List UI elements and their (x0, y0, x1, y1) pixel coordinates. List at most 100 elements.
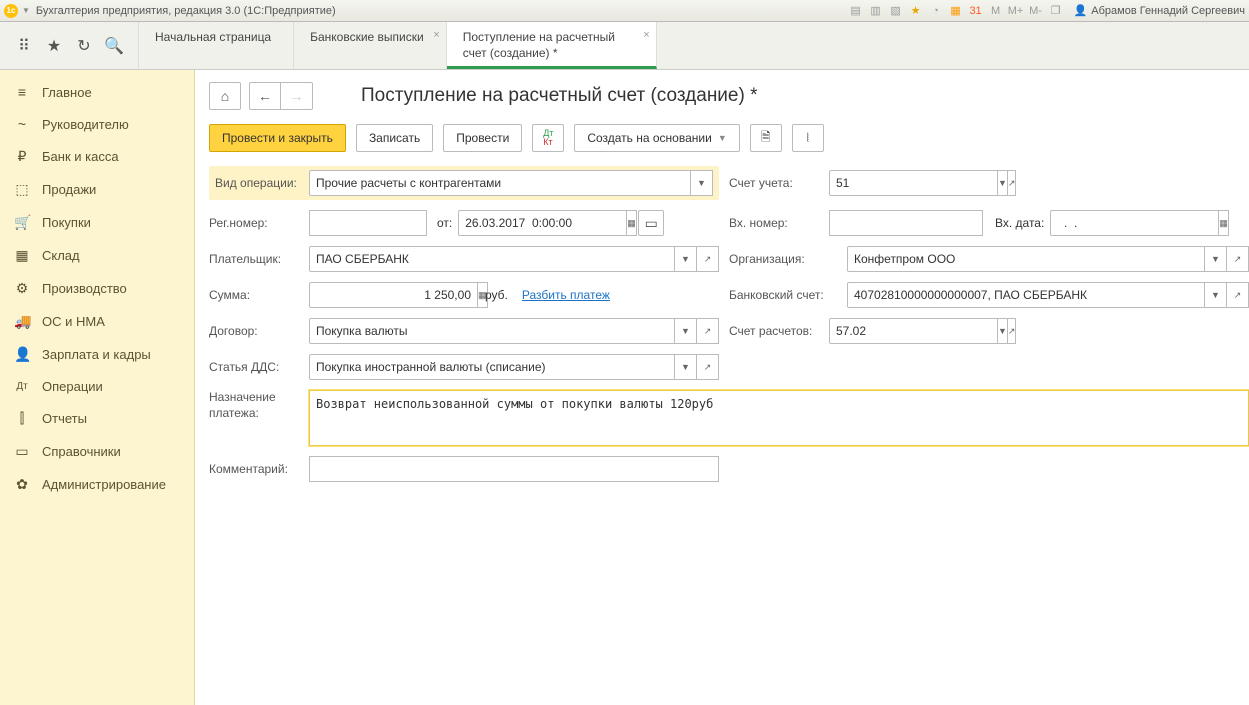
label-payer: Плательщик: (209, 252, 303, 266)
dtct-button[interactable]: ДтКт (532, 124, 564, 152)
tab-receipt[interactable]: Поступление на расчетный счет (создание)… (447, 22, 657, 69)
sidebar-item-bank[interactable]: ₽Банк и касса (0, 140, 194, 173)
post-and-close-button[interactable]: Провести и закрыть (209, 124, 346, 152)
calendar-icon[interactable]: ▦ (1219, 210, 1229, 236)
sidebar-item-operations[interactable]: Дт Операции (0, 371, 194, 402)
row-dds: Статья ДДС: ▼ ↗ (209, 354, 719, 380)
in-number-input[interactable] (829, 210, 983, 236)
history-icon[interactable]: ↻ (74, 36, 94, 56)
cart-icon: 🛒 (14, 214, 30, 231)
label-org: Организация: (729, 252, 841, 266)
contract-input[interactable] (309, 318, 675, 344)
user-name: Абрамов Геннадий Сергеевич (1091, 5, 1245, 17)
in-date-input[interactable] (1050, 210, 1219, 236)
dropdown-icon[interactable]: ▼ (675, 246, 697, 272)
back-button[interactable]: ← (249, 82, 281, 110)
sidebar-item-label: Операции (42, 379, 103, 394)
open-icon[interactable]: ↗ (1008, 170, 1017, 196)
sidebar-item-admin[interactable]: ✿Администрирование (0, 468, 194, 501)
dropdown-icon[interactable]: ▼ (998, 318, 1008, 344)
attach-button[interactable]: 🗎 (750, 124, 782, 152)
calendar-icon[interactable]: ▦ (627, 210, 637, 236)
close-icon[interactable]: × (643, 28, 649, 42)
menu-icon: ≡ (14, 84, 30, 100)
m-icon[interactable]: M (988, 3, 1004, 19)
label-sum: Сумма: (209, 288, 303, 302)
sidebar-item-label: Зарплата и кадры (42, 347, 151, 362)
tab-statements[interactable]: Банковские выписки× (294, 22, 447, 69)
dropdown-icon[interactable]: ▼ (691, 170, 713, 196)
user-badge[interactable]: 👤 Абрамов Геннадий Сергеевич (1074, 4, 1245, 17)
row-reg-number: Рег.номер: от: ▦ ▭ (209, 210, 719, 236)
sidebar-item-production[interactable]: ⚙Производство (0, 272, 194, 305)
comment-input[interactable] (309, 456, 719, 482)
user-icon: 👤 (1074, 4, 1088, 17)
star-icon[interactable]: ★ (908, 3, 924, 19)
tab-home[interactable]: Начальная страница (139, 22, 294, 69)
m-minus-icon[interactable]: M- (1028, 3, 1044, 19)
dds-input[interactable] (309, 354, 675, 380)
sidebar-item-warehouse[interactable]: ▦Склад (0, 239, 194, 272)
window-icon[interactable]: ❐ (1048, 3, 1064, 19)
open-icon[interactable]: ↗ (697, 318, 719, 344)
toolbar-icon-2[interactable]: ▥ (868, 3, 884, 19)
search-icon[interactable]: 🔍 (104, 36, 124, 56)
apps-icon[interactable]: ⠿ (14, 36, 34, 56)
dropdown-icon[interactable]: ▼ (675, 354, 697, 380)
purpose-input[interactable] (309, 390, 1249, 446)
toolbar-icon-1[interactable]: ▤ (848, 3, 864, 19)
calc-icon[interactable]: ▦ (948, 3, 964, 19)
sidebar-item-catalogs[interactable]: ▭Справочники (0, 435, 194, 468)
sidebar-item-purchases[interactable]: 🛒 Покупки (0, 206, 194, 239)
label-reg-no: Рег.номер: (209, 216, 303, 230)
dropdown-icon[interactable]: ▼ (998, 170, 1008, 196)
dropdown-icon[interactable]: ▼ (22, 6, 30, 15)
favorite-icon[interactable]: ★ (44, 36, 64, 56)
open-icon[interactable]: ↗ (697, 246, 719, 272)
payer-input[interactable] (309, 246, 675, 272)
sidebar-item-main[interactable]: ≡Главное (0, 76, 194, 108)
open-icon[interactable]: ↗ (1008, 318, 1017, 344)
sum-input[interactable] (309, 282, 478, 308)
account-input[interactable] (829, 170, 998, 196)
bank-input[interactable] (847, 282, 1205, 308)
sidebar-item-assets[interactable]: 🚚ОС и НМА (0, 305, 194, 338)
calendar-icon[interactable]: 31 (968, 3, 984, 19)
home-button[interactable]: ⌂ (209, 82, 241, 110)
doc-icon[interactable]: ▭ (638, 210, 664, 236)
dropdown-icon[interactable]: ▼ (1205, 282, 1227, 308)
post-button[interactable]: Провести (443, 124, 522, 152)
reg-number-input[interactable] (309, 210, 427, 236)
clip-button[interactable]: ⦚ (792, 124, 824, 152)
sidebar-item-label: Покупки (42, 215, 91, 230)
org-input[interactable] (847, 246, 1205, 272)
create-based-button[interactable]: Создать на основании▼ (574, 124, 739, 152)
sidebar-item-manager[interactable]: ~Руководителю (0, 108, 194, 140)
ruble-icon: ₽ (14, 148, 30, 165)
label-bank: Банковский счет: (729, 288, 841, 302)
sidebar-item-reports[interactable]: ⫿Отчеты (0, 402, 194, 435)
m-plus-icon[interactable]: M+ (1008, 3, 1024, 19)
chart-icon: ~ (14, 116, 30, 132)
row-comment: Комментарий: (209, 456, 719, 482)
split-link[interactable]: Разбить платеж (522, 288, 610, 302)
open-icon[interactable]: ↗ (697, 354, 719, 380)
toolbar-icon-5[interactable]: ◔ (928, 3, 944, 19)
open-icon[interactable]: ↗ (1227, 246, 1249, 272)
sidebar-item-hr[interactable]: 👤Зарплата и кадры (0, 338, 194, 371)
label-op-type: Вид операции: (215, 176, 303, 190)
close-icon[interactable]: × (433, 28, 439, 42)
save-button[interactable]: Записать (356, 124, 433, 152)
operation-type-input[interactable] (309, 170, 691, 196)
dropdown-icon[interactable]: ▼ (1205, 246, 1227, 272)
date-input[interactable] (458, 210, 627, 236)
open-icon[interactable]: ↗ (1227, 282, 1249, 308)
toolbar-icon-3[interactable]: ▧ (888, 3, 904, 19)
row-account: Счет учета: ▼ ↗ (729, 166, 1249, 200)
settings-icon: ✿ (14, 476, 30, 493)
settle-input[interactable] (829, 318, 998, 344)
label-rub: руб. (485, 288, 508, 302)
sidebar-item-sales[interactable]: ⬚Продажи (0, 173, 194, 206)
dropdown-icon[interactable]: ▼ (675, 318, 697, 344)
dtct-icon: Дт (14, 381, 30, 392)
